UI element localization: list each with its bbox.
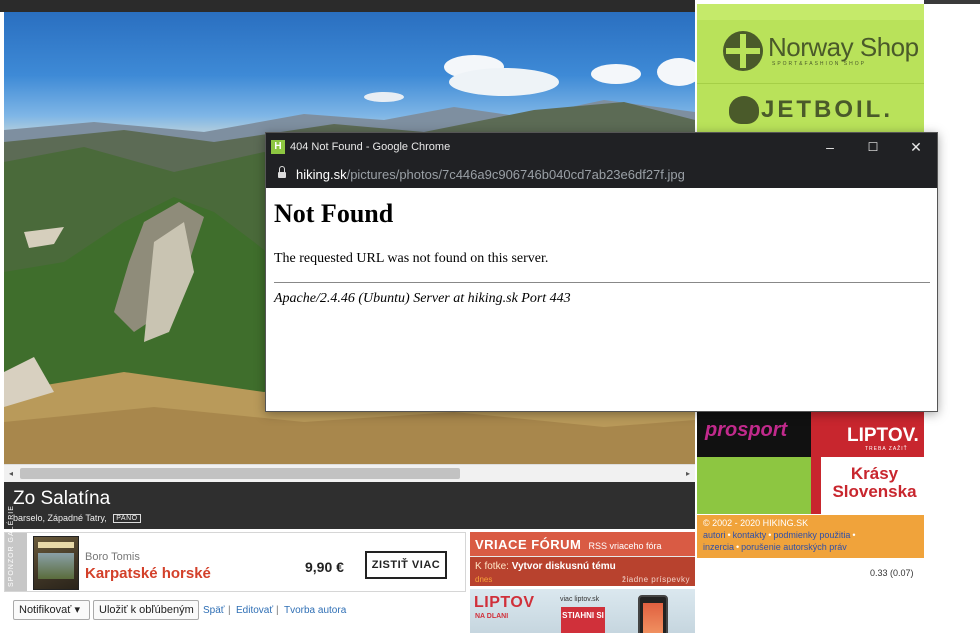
scroll-right-icon[interactable]: ▸ xyxy=(683,468,693,480)
cut-off-text xyxy=(13,628,453,633)
book-price: 9,90 € xyxy=(305,559,344,575)
create-topic-link[interactable]: Vytvor diskusnú tému xyxy=(512,561,616,572)
forum-body: K fotke: Vytvor diskusnú tému dnes žiadn… xyxy=(470,556,695,586)
norway-shop-name: Norway Shop xyxy=(768,32,919,62)
error-heading: Not Found xyxy=(274,199,394,228)
forum-no-posts: žiadne príspevky xyxy=(621,575,690,584)
footer-links: autori • kontakty • podmienky použitia • inze… xyxy=(703,529,918,553)
notify-button[interactable]: Notifikovať ▾ xyxy=(13,600,90,620)
footer-link-terms[interactable]: podmienky použitia xyxy=(773,530,850,540)
krasy-name: Krásy Slovenska xyxy=(832,464,917,501)
learn-more-button[interactable]: ZISTIŤ VIAC xyxy=(365,551,447,579)
url-host: hiking.sk xyxy=(296,167,347,182)
footer-dot: • xyxy=(768,530,772,540)
sponsor-tab: SPONZOR GALÉRIE xyxy=(5,505,27,591)
divider xyxy=(274,282,930,283)
photo-caption: Zo Salatína barselo, Západné Tatry, PANO xyxy=(4,482,695,529)
footer-link-authors[interactable]: autori xyxy=(703,530,726,540)
footer-link-advertising[interactable]: inzercia xyxy=(703,542,734,552)
error-message: The requested URL was not found on this … xyxy=(274,251,549,266)
book-author: Boro Tomis xyxy=(85,551,140,563)
footer-link-contacts[interactable]: kontakty xyxy=(733,530,767,540)
krasy-slovenska-ad[interactable]: Krásy Slovenska xyxy=(811,457,924,514)
krasy-bar xyxy=(811,457,821,514)
close-icon[interactable]: ✕ xyxy=(901,138,931,156)
footer-dot: • xyxy=(736,542,740,552)
address-bar[interactable]: hiking.sk/pictures/photos/7c446a9c906746… xyxy=(266,161,937,188)
lock-icon[interactable] xyxy=(278,166,286,179)
sponsor-tab-label: SPONZOR GALÉRIE xyxy=(8,505,15,587)
back-link[interactable]: Späť xyxy=(203,605,225,616)
scroll-thumb[interactable] xyxy=(20,468,460,479)
liptov-banner-ad[interactable]: LIPTOV NA DLANI viac liptov.sk STIAHNI S… xyxy=(470,589,695,633)
window-title: 404 Not Found - Google Chrome xyxy=(290,141,451,153)
photo-author-location[interactable]: barselo, Západné Tatry, xyxy=(13,513,107,523)
liptov-banner-link[interactable]: viac liptov.sk xyxy=(560,596,599,603)
jetboil-name: JETBOIL. xyxy=(761,96,894,123)
norway-cross-icon xyxy=(723,31,763,71)
forum-prefix: K fotke: xyxy=(475,561,509,572)
norway-shop-tagline: SPORT&FASHION SHOP xyxy=(772,61,866,67)
forum-title[interactable]: VRIACE FÓRUM xyxy=(475,537,581,552)
separator: | xyxy=(276,605,279,616)
maximize-icon[interactable]: ☐ xyxy=(858,138,888,156)
liptov-banner-subtitle: NA DLANI xyxy=(475,613,509,620)
site-footer: © 2002 - 2020 HIKING.SK autori • kontakty •… xyxy=(697,515,924,558)
forum-topic-line: K fotke: Vytvor diskusnú tému xyxy=(475,561,616,572)
edit-link[interactable]: Editovať xyxy=(236,605,273,616)
footer-dot: • xyxy=(727,530,731,540)
copyright: © 2002 - 2020 HIKING.SK xyxy=(703,518,809,528)
prosport-name: prosport xyxy=(705,419,788,441)
pano-badge: PANO xyxy=(113,514,141,523)
url-text[interactable]: hiking.sk/pictures/photos/7c446a9c906746… xyxy=(296,167,685,182)
url-path: /pictures/photos/7c446a9c906746b040cd7ab… xyxy=(346,167,685,182)
favorite-button[interactable]: Uložiť k obľúbeným xyxy=(93,600,199,620)
jetboil-logo-icon xyxy=(729,96,759,124)
liptov-name: LIPTOV. xyxy=(847,425,919,446)
window-titlebar[interactable]: H 404 Not Found - Google Chrome – ☐ ✕ xyxy=(266,133,937,161)
book-title[interactable]: Karpatské horské xyxy=(85,565,211,582)
scroll-left-icon[interactable]: ◂ xyxy=(6,468,16,480)
author-work-link[interactable]: Tvorba autora xyxy=(284,605,346,616)
phone-icon xyxy=(638,595,668,633)
photo-scrollbar[interactable]: ◂ ▸ xyxy=(4,464,695,482)
prosport-ad[interactable]: prosport xyxy=(697,411,811,457)
book-cover-image[interactable] xyxy=(33,536,79,590)
forum-rss-link[interactable]: RSS vriaceho fóra xyxy=(589,541,662,551)
photo-meta: barselo, Západné Tatry, PANO xyxy=(13,513,141,523)
minimize-icon[interactable]: – xyxy=(815,138,845,156)
footer-dot: • xyxy=(852,530,856,540)
liptov-ad[interactable]: LIPTOV. TREBA ZAŽIŤ xyxy=(811,411,924,457)
photo-title: Zo Salatína xyxy=(13,488,111,509)
server-signature: Apache/2.4.46 (Ubuntu) Server at hiking.… xyxy=(274,291,571,306)
forum-box: VRIACE FÓRUM RSS vriaceho fóra K fotke: … xyxy=(470,532,695,586)
top-right-bar xyxy=(924,0,980,4)
forum-today: dnes xyxy=(475,575,493,584)
sponsor-gallery[interactable]: SPONZOR GALÉRIE Boro Tomis Karpatské hor… xyxy=(4,505,466,592)
hiking-favicon-icon: H xyxy=(271,140,285,154)
separator: | xyxy=(228,605,231,616)
chrome-popup-window[interactable]: H 404 Not Found - Google Chrome – ☐ ✕ hi… xyxy=(265,132,938,412)
liptov-banner-title: LIPTOV xyxy=(474,594,535,611)
footer-link-copyright-violation[interactable]: porušenie autorských práv xyxy=(741,542,847,552)
forum-heading[interactable]: VRIACE FÓRUM RSS vriaceho fóra xyxy=(475,537,662,552)
jetboil-ad[interactable]: JETBOIL. xyxy=(697,84,924,134)
liptov-tagline: TREBA ZAŽIŤ xyxy=(865,446,908,452)
green-ad[interactable] xyxy=(697,457,811,514)
page-timing: 0.33 (0.07) xyxy=(870,568,914,578)
norway-ad-stripe xyxy=(697,4,924,20)
page: ◂ ▸ Zo Salatína barselo, Západné Tatry, … xyxy=(0,0,980,633)
top-dark-bar xyxy=(0,0,695,12)
download-badge[interactable]: STIAHNI SI xyxy=(561,607,605,633)
